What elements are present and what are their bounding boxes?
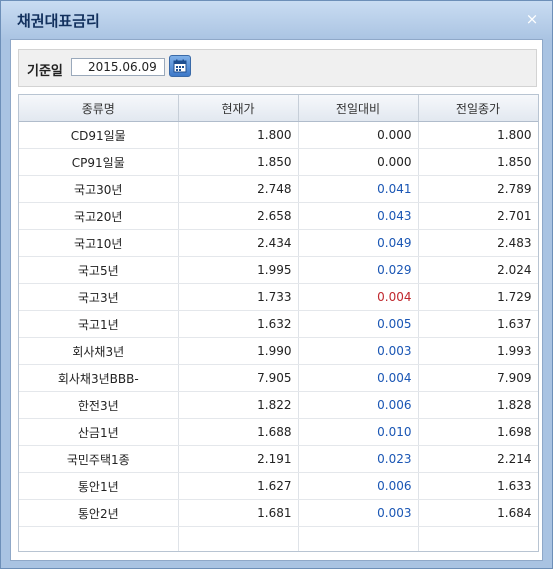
cell-name: 국고5년 <box>19 256 179 284</box>
cell-name: CD91일물 <box>19 121 179 149</box>
cell-prev-close: 2.214 <box>418 445 538 473</box>
cell-current: 2.658 <box>178 202 299 230</box>
bond-rates-grid: 종류명 현재가 전일대비 전일종가 CD91일물 1.800 0.000 1.800 C… <box>18 94 539 552</box>
cell-prev-close: 2.024 <box>418 256 538 284</box>
table-header-row: 종류명 현재가 전일대비 전일종가 <box>19 95 538 122</box>
cell-current: 7.905 <box>178 364 299 392</box>
cell-prev-close: 1.684 <box>418 499 538 527</box>
cell-current: 1.681 <box>178 499 299 527</box>
table-row[interactable]: 통안2년 1.681 0.003 1.684 <box>19 499 538 527</box>
cell-name: 국고30년 <box>19 175 179 203</box>
table-row[interactable]: 회사채3년BBB- 7.905 0.004 7.909 <box>19 364 538 392</box>
cell-prev-close: 1.993 <box>418 337 538 365</box>
cell-change: 0.006 <box>298 472 419 500</box>
cell-current: 1.800 <box>178 121 299 149</box>
cell-current: 1.632 <box>178 310 299 338</box>
table-row[interactable]: CP91일물 1.850 0.000 1.850 <box>19 148 538 176</box>
cell-prev-close: 1.828 <box>418 391 538 419</box>
cell-name: 산금1년 <box>19 418 179 446</box>
empty-cell <box>178 526 299 551</box>
empty-cell <box>418 526 538 551</box>
column-header-current[interactable]: 현재가 <box>178 95 299 122</box>
cell-change: 0.003 <box>298 337 419 365</box>
cell-prev-close: 7.909 <box>418 364 538 392</box>
cell-name: 한전3년 <box>19 391 179 419</box>
table-row[interactable]: 국고30년 2.748 0.041 2.789 <box>19 175 538 203</box>
cell-current: 1.688 <box>178 418 299 446</box>
cell-change: 0.029 <box>298 256 419 284</box>
cell-change: 0.000 <box>298 121 419 149</box>
title-bar[interactable]: 채권대표금리 × <box>1 1 552 39</box>
table-row[interactable]: 국고20년 2.658 0.043 2.701 <box>19 202 538 230</box>
table-row[interactable]: 국민주택1종 2.191 0.023 2.214 <box>19 445 538 473</box>
bond-rates-table: 종류명 현재가 전일대비 전일종가 CD91일물 1.800 0.000 1.800 C… <box>19 95 538 551</box>
table-row[interactable]: 회사채3년 1.990 0.003 1.993 <box>19 337 538 365</box>
column-header-change[interactable]: 전일대비 <box>298 95 419 122</box>
table-row-empty <box>19 526 538 551</box>
cell-name: 국고20년 <box>19 202 179 230</box>
cell-current: 2.748 <box>178 175 299 203</box>
table-row[interactable]: 국고3년 1.733 0.004 1.729 <box>19 283 538 311</box>
cell-change: 0.043 <box>298 202 419 230</box>
cell-name: 국민주택1종 <box>19 445 179 473</box>
cell-change: 0.023 <box>298 445 419 473</box>
window-title: 채권대표금리 <box>17 12 100 30</box>
cell-name: 통안2년 <box>19 499 179 527</box>
cell-name: 국고10년 <box>19 229 179 257</box>
column-header-name[interactable]: 종류명 <box>19 95 179 122</box>
table-row[interactable]: 산금1년 1.688 0.010 1.698 <box>19 418 538 446</box>
base-date-input[interactable] <box>71 58 165 76</box>
cell-current: 1.822 <box>178 391 299 419</box>
filter-bar: 기준일 <box>18 49 537 87</box>
cell-change: 0.049 <box>298 229 419 257</box>
column-header-prev-close[interactable]: 전일종가 <box>418 95 538 122</box>
cell-prev-close: 1.850 <box>418 148 538 176</box>
cell-current: 1.990 <box>178 337 299 365</box>
cell-change: 0.004 <box>298 364 419 392</box>
cell-prev-close: 1.800 <box>418 121 538 149</box>
cell-name: CP91일물 <box>19 148 179 176</box>
cell-change: 0.005 <box>298 310 419 338</box>
cell-prev-close: 2.701 <box>418 202 538 230</box>
cell-prev-close: 1.637 <box>418 310 538 338</box>
base-date-label: 기준일 <box>27 64 63 79</box>
cell-prev-close: 1.633 <box>418 472 538 500</box>
calendar-button[interactable] <box>169 55 191 77</box>
table-row[interactable]: 국고1년 1.632 0.005 1.637 <box>19 310 538 338</box>
cell-name: 국고1년 <box>19 310 179 338</box>
cell-prev-close: 2.789 <box>418 175 538 203</box>
cell-prev-close: 2.483 <box>418 229 538 257</box>
cell-current: 1.627 <box>178 472 299 500</box>
cell-prev-close: 1.729 <box>418 283 538 311</box>
cell-change: 0.006 <box>298 391 419 419</box>
bond-rates-window: 채권대표금리 × 기준일 2015.06.09 종류명 현재가 전일대비 전일종… <box>0 0 553 569</box>
close-icon[interactable]: × <box>524 11 540 27</box>
cell-current: 1.995 <box>178 256 299 284</box>
cell-change: 0.000 <box>298 148 419 176</box>
content-panel: 기준일 2015.06.09 종류명 현재가 전일대비 전일종가 CD91일물 … <box>10 39 543 561</box>
empty-cell <box>298 526 419 551</box>
cell-name: 회사채3년BBB- <box>19 364 179 392</box>
cell-change: 0.010 <box>298 418 419 446</box>
cell-change: 0.041 <box>298 175 419 203</box>
cell-current: 2.434 <box>178 229 299 257</box>
table-row[interactable]: CD91일물 1.800 0.000 1.800 <box>19 121 538 149</box>
table-row[interactable]: 국고10년 2.434 0.049 2.483 <box>19 229 538 257</box>
empty-cell <box>19 526 179 551</box>
cell-change: 0.004 <box>298 283 419 311</box>
cell-current: 1.733 <box>178 283 299 311</box>
table-row[interactable]: 한전3년 1.822 0.006 1.828 <box>19 391 538 419</box>
cell-current: 2.191 <box>178 445 299 473</box>
cell-name: 회사채3년 <box>19 337 179 365</box>
table-row[interactable]: 국고5년 1.995 0.029 2.024 <box>19 256 538 284</box>
table-row[interactable]: 통안1년 1.627 0.006 1.633 <box>19 472 538 500</box>
cell-name: 통안1년 <box>19 472 179 500</box>
cell-change: 0.003 <box>298 499 419 527</box>
cell-prev-close: 1.698 <box>418 418 538 446</box>
calendar-icon <box>173 59 187 73</box>
cell-current: 1.850 <box>178 148 299 176</box>
cell-name: 국고3년 <box>19 283 179 311</box>
